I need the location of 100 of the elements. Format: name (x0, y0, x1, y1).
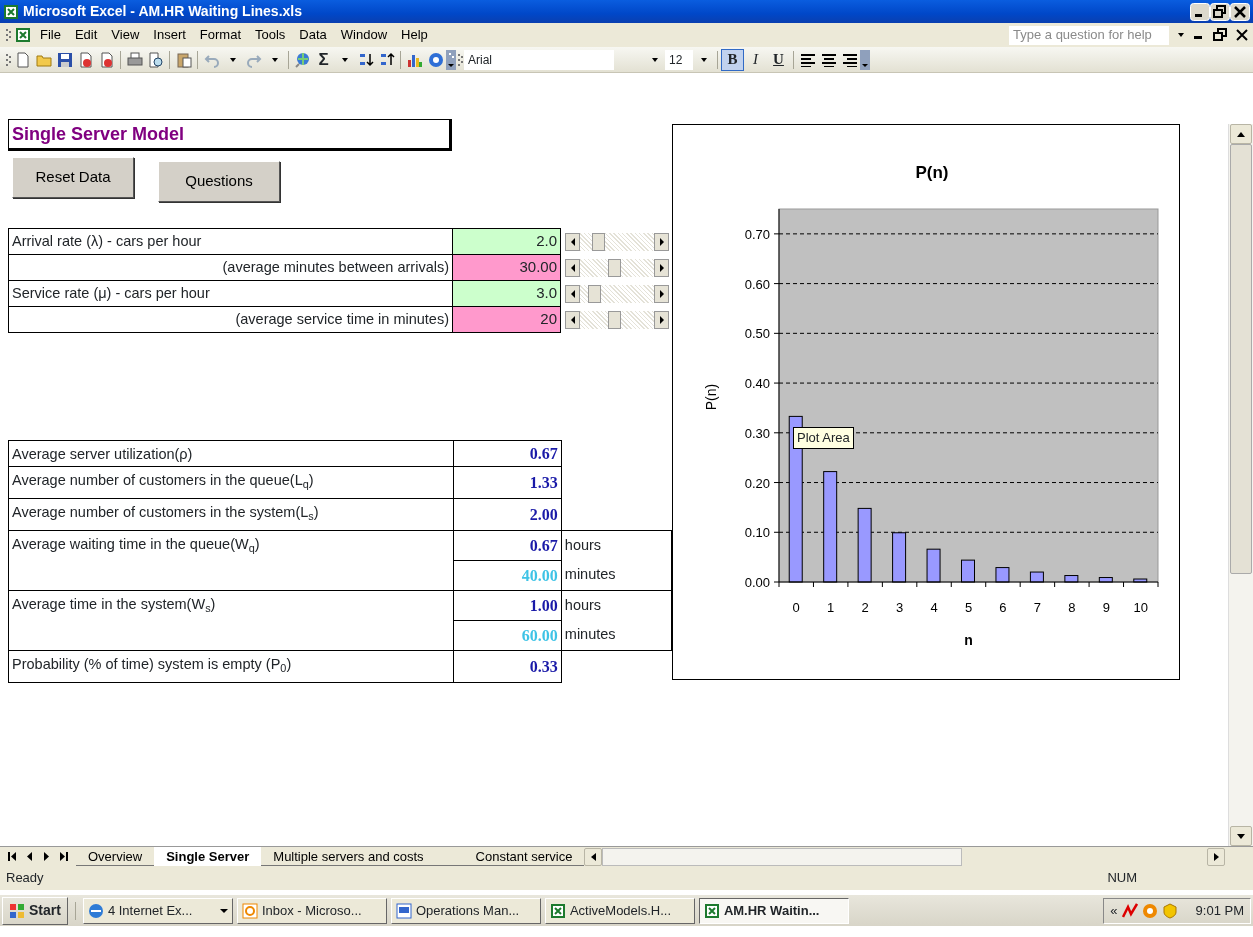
taskbar-button[interactable]: Inbox - Microso... (236, 897, 387, 924)
toolbar-options-icon[interactable] (860, 49, 870, 70)
scroll-left-button[interactable] (584, 847, 603, 866)
scroll-down-button[interactable] (1230, 826, 1252, 846)
restore-icon[interactable] (1213, 28, 1227, 42)
font-name-field[interactable]: Arial (464, 49, 614, 70)
result-label: Probability (% of time) system is empty (P$_{0}$) (8, 650, 454, 683)
scroll-left-button[interactable] (565, 258, 580, 277)
chart-title: P(n) (915, 163, 949, 182)
bar (1064, 575, 1079, 583)
status-text: Ready (6, 869, 44, 888)
questions-button[interactable]: Questions (158, 161, 280, 202)
font-size-field[interactable]: 12 (665, 49, 693, 70)
left-arrow-icon (569, 315, 576, 324)
scroll-left-button[interactable] (565, 310, 580, 329)
menu-item[interactable]: Tools (248, 23, 293, 47)
input-label: (average service time in minutes) (8, 306, 453, 333)
clock: 9:01 PM (1195, 901, 1244, 920)
result-value: 1.00 (453, 590, 562, 621)
menu-item[interactable]: Insert (146, 23, 193, 47)
italic-button[interactable]: I (744, 48, 767, 71)
slider-thumb[interactable] (608, 258, 622, 277)
spreadsheet-icon (703, 902, 720, 919)
scroll-right-button[interactable] (654, 310, 669, 329)
grip-icon (4, 27, 12, 43)
input-label: Service rate (μ) - cars per hour (8, 280, 453, 307)
bold-button[interactable]: B (721, 48, 744, 71)
restore-icon[interactable] (1210, 2, 1230, 21)
menu-item[interactable]: File (33, 23, 68, 47)
result-label: Average server utilization(ρ) (8, 440, 454, 467)
x-tick-label: 1 (827, 600, 835, 615)
input-value[interactable]: 3.0 (452, 280, 561, 307)
scroll-left-button[interactable] (565, 284, 580, 303)
tab-scroll-icon[interactable] (59, 852, 68, 861)
start-button[interactable]: Start (2, 896, 68, 925)
menu-item[interactable]: Help (394, 23, 435, 47)
x-tick-label: 9 (1102, 600, 1110, 615)
slider-thumb[interactable] (587, 284, 601, 303)
bar (892, 532, 907, 583)
sheet-tab[interactable]: Single Server (154, 847, 262, 866)
y-tick-label: 0.40 (744, 376, 770, 392)
bar (1029, 571, 1044, 583)
scroll-right-button[interactable] (654, 284, 669, 303)
underline-button[interactable]: U (767, 48, 790, 71)
scroll-right-button[interactable] (654, 232, 669, 251)
scroll-up-button[interactable] (1230, 124, 1252, 144)
unit-label: minutes (561, 620, 672, 651)
scroll-right-button[interactable] (654, 258, 669, 277)
taskbar-button[interactable]: AM.HR Waitin... (698, 897, 849, 924)
scrollbar-thumb[interactable] (602, 847, 963, 866)
unit-label: hours (561, 530, 672, 561)
result-label: Average waiting time in the queue(W$_{q}$) (8, 530, 454, 591)
result-value: 40.00 (453, 560, 562, 591)
menu-item[interactable]: Data (292, 23, 334, 47)
autosum-button[interactable]: Σ (313, 48, 334, 71)
down-arrow-icon (1237, 833, 1245, 839)
taskbar-button[interactable]: ActiveModels.H... (544, 897, 695, 924)
menu-item[interactable]: Edit (67, 23, 105, 47)
input-value[interactable]: 2.0 (452, 228, 561, 255)
tray-expand-button[interactable]: « (1110, 900, 1118, 921)
windows-logo-icon (9, 902, 25, 919)
globe-icon (87, 902, 104, 919)
left-arrow-icon (590, 852, 596, 861)
right-arrow-icon (658, 237, 665, 246)
x-tick-label: 10 (1133, 600, 1148, 615)
taskbar-button[interactable]: 4 Internet Ex... (82, 897, 233, 924)
y-tick-label: 0.00 (744, 575, 770, 590)
toolbar-options-icon[interactable] (446, 49, 456, 70)
y-tick-label: 0.50 (744, 326, 770, 342)
minimize-icon[interactable] (1190, 2, 1210, 21)
caret-icon[interactable] (219, 907, 228, 914)
scroll-right-button[interactable] (1207, 847, 1225, 866)
result-value: 0.67 (453, 530, 562, 561)
caret-icon[interactable] (1177, 31, 1185, 39)
grip-icon (4, 51, 12, 68)
grip-icon (456, 51, 464, 68)
scroll-left-button[interactable] (565, 232, 580, 251)
menu-item[interactable]: View (104, 23, 147, 47)
slider-thumb[interactable] (608, 310, 622, 329)
input-value[interactable]: 30.00 (452, 254, 561, 281)
unit-label: minutes (561, 560, 672, 591)
right-arrow-icon (1213, 852, 1219, 861)
up-arrow-icon (1237, 131, 1245, 137)
x-tick-label: 8 (1068, 600, 1076, 615)
reset-data-button[interactable]: Reset Data (12, 157, 134, 198)
close-icon[interactable] (1235, 28, 1249, 42)
slider-thumb[interactable] (592, 232, 606, 251)
input-value[interactable]: 20 (452, 306, 561, 333)
tooltip: Plot Area (793, 427, 854, 449)
x-tick-label: 6 (999, 600, 1007, 615)
taskbar-button[interactable]: Operations Man... (390, 897, 541, 924)
result-value: 0.67 (453, 440, 562, 467)
menu-item[interactable]: Window (333, 23, 395, 47)
document-icon (395, 902, 412, 919)
tray-app-icon[interactable] (1121, 902, 1138, 919)
menu-item[interactable]: Format (192, 23, 248, 47)
tab-scroll-icon[interactable] (8, 852, 17, 861)
window-title: Microsoft Excel - AM.HR Waiting Lines.xls (23, 2, 302, 21)
scrollbar-thumb[interactable] (1230, 144, 1252, 574)
help-search-field[interactable]: Type a question for help (1009, 25, 1169, 45)
